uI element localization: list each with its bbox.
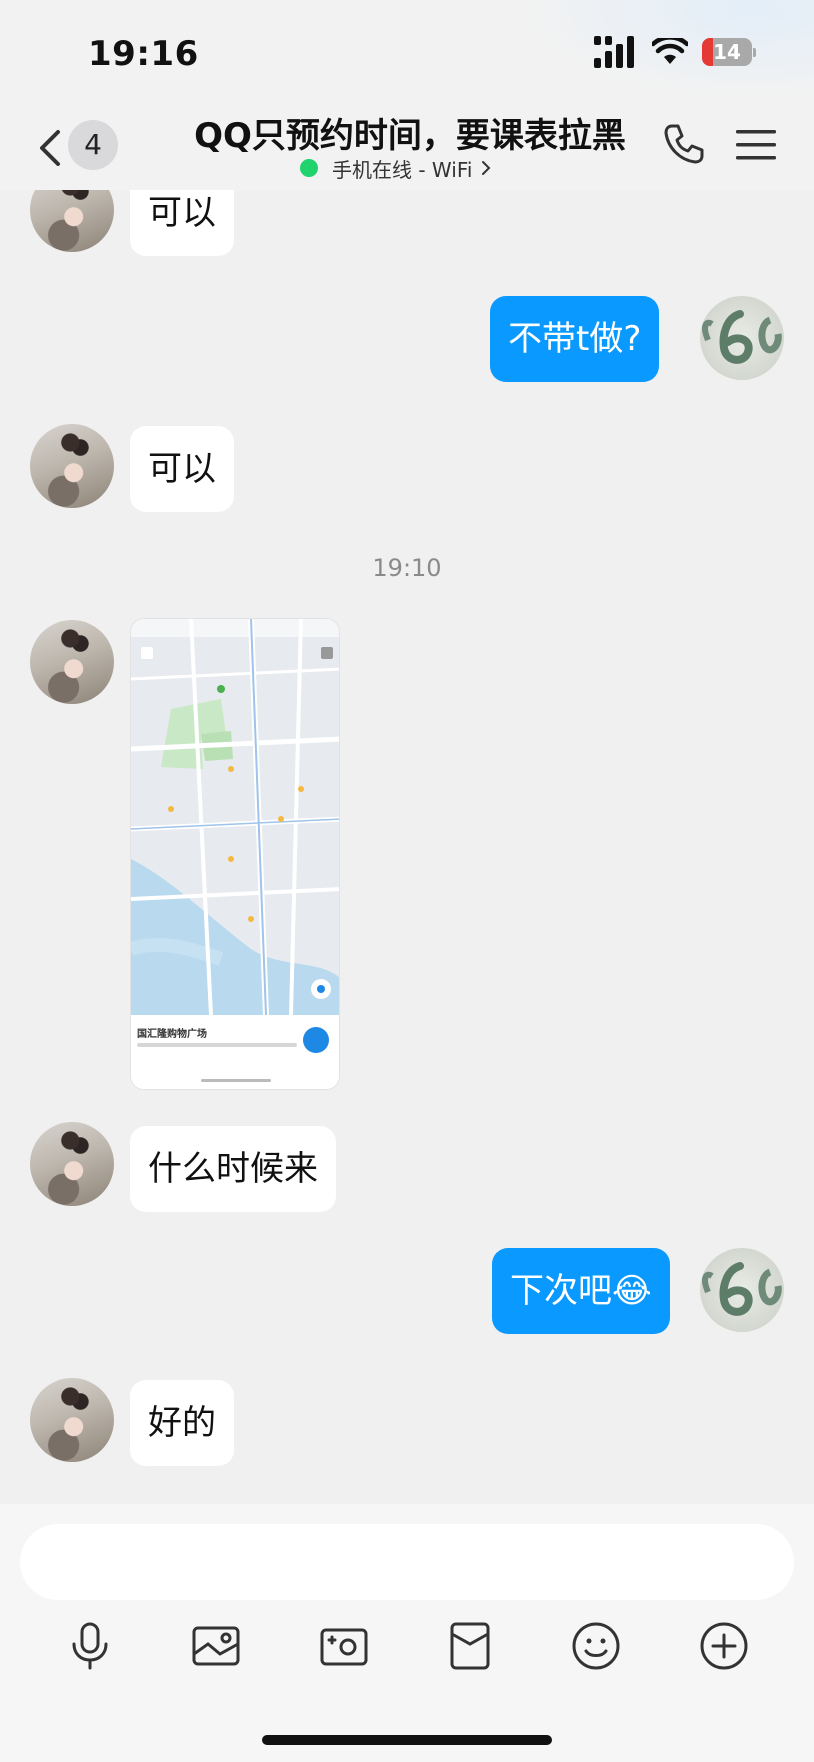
map-handle <box>201 1079 271 1082</box>
battery-shell: 14 <box>702 38 752 66</box>
status-time: 19:16 <box>88 34 199 74</box>
image-icon[interactable] <box>190 1620 242 1672</box>
online-status-row[interactable]: 手机在线 - WiFi <box>300 154 492 182</box>
phone-call-icon[interactable] <box>662 122 706 166</box>
map-place-name: 国汇隆购物广场 <box>137 1029 207 1040</box>
navigate-icon <box>303 1027 329 1053</box>
online-dot-icon <box>300 159 318 177</box>
battery-indicator: 14 <box>702 38 756 66</box>
chat-title[interactable]: QQ只预约时间，要课表拉黑 <box>180 108 640 157</box>
camera-icon[interactable] <box>318 1620 370 1672</box>
battery-percent: 14 <box>713 40 741 64</box>
home-indicator[interactable] <box>262 1735 552 1745</box>
red-envelope-icon[interactable] <box>444 1620 496 1672</box>
input-area <box>0 1504 814 1762</box>
message-input[interactable] <box>20 1524 794 1600</box>
status-bar: 19:16 14 <box>0 0 814 100</box>
plus-icon[interactable] <box>698 1620 750 1672</box>
map-address-line <box>137 1043 297 1047</box>
message-bubble-peer[interactable]: 可以 <box>130 426 234 512</box>
online-status-text: 手机在线 - WiFi <box>332 157 473 182</box>
message-bubble-peer[interactable]: 好的 <box>130 1380 234 1466</box>
chevron-right-icon <box>482 161 491 175</box>
self-avatar-art <box>702 1262 782 1316</box>
message-bubble-peer[interactable]: 可以 <box>130 190 234 256</box>
message-bubble-self[interactable]: 下次吧😂 <box>492 1248 670 1334</box>
unread-count-badge[interactable]: 4 <box>68 120 118 170</box>
microphone-icon[interactable] <box>64 1620 116 1672</box>
back-chevron-icon[interactable] <box>36 128 64 168</box>
message-list[interactable]: 可以 不带t做? 可以 19:10 国汇隆购物广场 什么时候来 下次吧😂 好的 <box>0 190 814 1504</box>
self-avatar-art <box>702 310 782 364</box>
menu-icon[interactable] <box>736 128 776 162</box>
self-avatar[interactable] <box>700 296 784 380</box>
wifi-icon <box>652 38 688 64</box>
message-bubble-peer[interactable]: 什么时候来 <box>130 1126 336 1212</box>
self-avatar[interactable] <box>700 1248 784 1332</box>
message-bubble-self[interactable]: 不带t做? <box>490 296 660 382</box>
peer-avatar[interactable] <box>30 620 114 704</box>
map-screenshot-image[interactable]: 国汇隆购物广场 <box>130 618 340 1090</box>
peer-avatar[interactable] <box>30 424 114 508</box>
message-timestamp: 19:10 <box>372 554 442 582</box>
map-info-panel: 国汇隆购物广场 <box>131 1015 339 1089</box>
battery-nub <box>753 48 756 57</box>
map-image-art <box>131 619 339 1015</box>
emoji-icon[interactable] <box>570 1620 622 1672</box>
peer-avatar[interactable] <box>30 190 114 252</box>
peer-avatar[interactable] <box>30 1122 114 1206</box>
cellular-signal-icon <box>594 36 634 68</box>
peer-avatar[interactable] <box>30 1378 114 1462</box>
